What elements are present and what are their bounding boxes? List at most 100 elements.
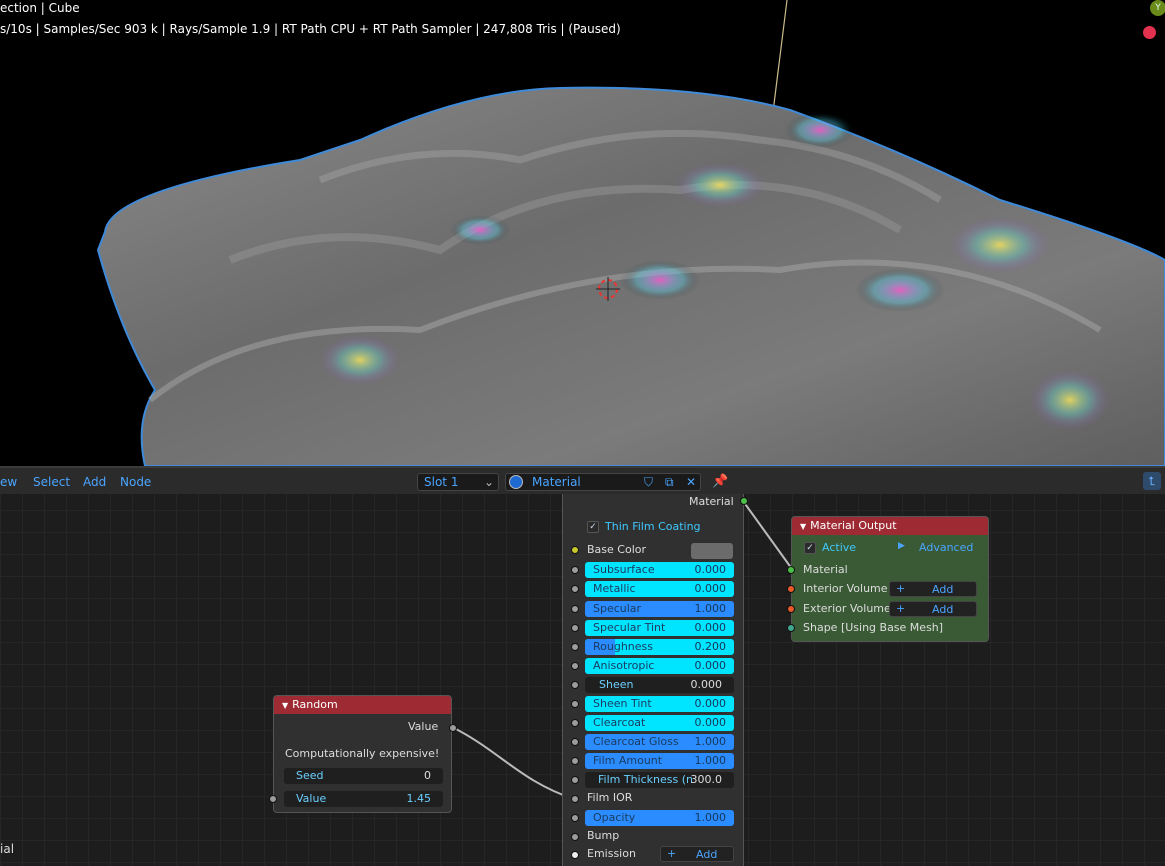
random-header[interactable]: ▼ Random bbox=[274, 696, 451, 714]
base-color-label: Base Color bbox=[587, 543, 647, 556]
sheen-socket[interactable] bbox=[571, 681, 579, 689]
advanced-toggle[interactable]: Advanced bbox=[919, 541, 973, 554]
active-label: Active bbox=[822, 541, 857, 554]
metallic-slider[interactable]: Metallic 0.000 bbox=[585, 581, 734, 597]
menu-view[interactable]: ew bbox=[0, 475, 17, 489]
anisotropic-slider[interactable]: Anisotropic 0.000 bbox=[585, 658, 734, 674]
random-node[interactable]: ▼ Random Value Computationally expensive!… bbox=[269, 695, 457, 813]
collapse-triangle-icon[interactable]: ▼ bbox=[282, 701, 288, 710]
sheen-slider[interactable]: Sheen 0.000 bbox=[585, 677, 734, 693]
bump-socket[interactable] bbox=[571, 833, 579, 841]
seed-field[interactable]: Seed 0 bbox=[284, 768, 443, 784]
film-thickness-socket[interactable] bbox=[571, 776, 579, 784]
roughness-slider[interactable]: Roughness 0.200 bbox=[585, 639, 734, 655]
viewport-render-stats: s/10s | Samples/Sec 903 k | Rays/Sample … bbox=[0, 22, 621, 36]
value-value: 1.45 bbox=[406, 792, 432, 805]
interior-add-label: Add bbox=[932, 583, 954, 596]
opacity-slider[interactable]: Opacity 1.000 bbox=[585, 810, 734, 826]
sheen-value: 0.000 bbox=[690, 678, 723, 691]
bsdf-output-socket[interactable] bbox=[740, 497, 748, 505]
anisotropic-socket[interactable] bbox=[571, 662, 579, 670]
clearcoat-socket[interactable] bbox=[571, 719, 579, 727]
node-editor[interactable]: ew Select Add Node Slot 1 ⌄ Material ⛉ ⧉… bbox=[0, 466, 1165, 866]
opacity-value: 1.000 bbox=[694, 811, 727, 824]
interior-add-button[interactable]: + Add bbox=[889, 581, 977, 597]
specular-tint-socket[interactable] bbox=[571, 624, 579, 632]
specular-socket[interactable] bbox=[571, 605, 579, 613]
sheen-tint-socket[interactable] bbox=[571, 700, 579, 708]
exterior-volume-socket[interactable] bbox=[787, 605, 795, 613]
collapse-triangle-icon[interactable]: ▼ bbox=[800, 522, 806, 531]
menu-add[interactable]: Add bbox=[83, 475, 106, 489]
sheen-tint-slider[interactable]: Sheen Tint 0.000 bbox=[585, 696, 734, 712]
interior-volume-socket[interactable] bbox=[787, 585, 795, 593]
light-line bbox=[771, 0, 788, 121]
sheen-tint-value: 0.000 bbox=[694, 697, 727, 710]
fake-user-shield-icon[interactable]: ⛉ bbox=[644, 475, 653, 490]
random-value-output-socket[interactable] bbox=[449, 724, 457, 732]
chevron-down-icon: ⌄ bbox=[483, 475, 494, 489]
clearcoat-gloss-socket[interactable] bbox=[571, 738, 579, 746]
material-input-socket[interactable] bbox=[787, 566, 795, 574]
menu-node[interactable]: Node bbox=[120, 475, 151, 489]
3d-viewport[interactable]: ection | Cube s/10s | Samples/Sec 903 k … bbox=[0, 0, 1165, 466]
clearcoat-gloss-slider[interactable]: Clearcoat Gloss 1.000 bbox=[585, 734, 734, 750]
thin-film-checkbox[interactable]: ✓ bbox=[587, 521, 599, 533]
sheen-label: Sheen bbox=[599, 678, 634, 691]
film-thickness-slider[interactable]: Film Thickness (n 300.0 bbox=[585, 772, 734, 788]
material-output-header[interactable]: ▼ Material Output bbox=[792, 517, 988, 535]
plus-icon: + bbox=[896, 582, 906, 595]
specular-slider[interactable]: Specular 1.000 bbox=[585, 601, 734, 617]
anisotropic-value: 0.000 bbox=[694, 659, 727, 672]
clearcoat-slider[interactable]: Clearcoat 0.000 bbox=[585, 715, 734, 731]
roughness-value: 0.200 bbox=[694, 640, 727, 653]
material-input-label: Material bbox=[803, 563, 848, 576]
menu-select[interactable]: Select bbox=[33, 475, 70, 489]
base-color-socket[interactable] bbox=[571, 546, 579, 554]
value-field[interactable]: Value 1.45 bbox=[284, 791, 443, 807]
random-value-input-socket[interactable] bbox=[269, 795, 277, 803]
opacity-label: Opacity bbox=[593, 811, 636, 824]
film-amount-socket[interactable] bbox=[571, 757, 579, 765]
emission-socket[interactable] bbox=[571, 851, 579, 859]
film-amount-label: Film Amount bbox=[593, 754, 663, 767]
subsurface-slider[interactable]: Subsurface 0.000 bbox=[585, 562, 734, 578]
navigation-gizmo-y[interactable]: Y bbox=[1150, 0, 1165, 16]
random-warning-text: Computationally expensive! bbox=[285, 747, 440, 760]
roughness-socket[interactable] bbox=[571, 643, 579, 651]
material-breadcrumb: ial bbox=[0, 842, 15, 856]
bump-label: Bump bbox=[587, 829, 620, 842]
duplicate-icon[interactable]: ⧉ bbox=[665, 475, 674, 490]
interior-volume-label: Interior Volume bbox=[803, 582, 888, 595]
pin-icon[interactable]: 📌 bbox=[712, 474, 728, 489]
metallic-socket[interactable] bbox=[571, 585, 579, 593]
film-ior-socket[interactable] bbox=[571, 795, 579, 803]
material-sphere-icon[interactable] bbox=[509, 475, 523, 489]
emission-add-button[interactable]: + Add bbox=[660, 846, 734, 862]
subsurface-socket[interactable] bbox=[571, 566, 579, 574]
close-icon[interactable]: ✕ bbox=[686, 475, 696, 489]
specular-tint-slider[interactable]: Specular Tint 0.000 bbox=[585, 620, 734, 636]
material-output-title: Material Output bbox=[810, 519, 897, 532]
principled-bsdf-node[interactable]: Material ✓ Thin Film Coating Base Color … bbox=[562, 494, 748, 866]
material-output-node[interactable]: ▼ Material Output ✓ Active ▶ Advanced Mat… bbox=[787, 516, 989, 642]
exterior-volume-label: Exterior Volume bbox=[803, 602, 891, 615]
sheen-tint-label: Sheen Tint bbox=[593, 697, 652, 710]
exterior-add-button[interactable]: + Add bbox=[889, 601, 977, 617]
film-thickness-value: 300.0 bbox=[690, 773, 723, 786]
clearcoat-gloss-value: 1.000 bbox=[694, 735, 727, 748]
opacity-socket[interactable] bbox=[571, 814, 579, 822]
thin-film-label: Thin Film Coating bbox=[605, 520, 701, 533]
expand-triangle-icon[interactable]: ▶ bbox=[898, 541, 905, 551]
material-selector[interactable]: Material ⛉ ⧉ ✕ bbox=[505, 473, 701, 491]
subsurface-value: 0.000 bbox=[694, 563, 727, 576]
parent-node-tree-icon[interactable]: ⮤ bbox=[1143, 472, 1161, 490]
slot-dropdown[interactable]: Slot 1 ⌄ bbox=[417, 473, 499, 491]
film-amount-slider[interactable]: Film Amount 1.000 bbox=[585, 753, 734, 769]
active-checkbox[interactable]: ✓ bbox=[804, 542, 816, 554]
shape-socket[interactable] bbox=[787, 624, 795, 632]
specular-value: 1.000 bbox=[694, 602, 727, 615]
base-color-swatch[interactable] bbox=[691, 543, 733, 559]
clearcoat-value: 0.000 bbox=[694, 716, 727, 729]
material-name-field[interactable]: Material bbox=[532, 475, 581, 489]
